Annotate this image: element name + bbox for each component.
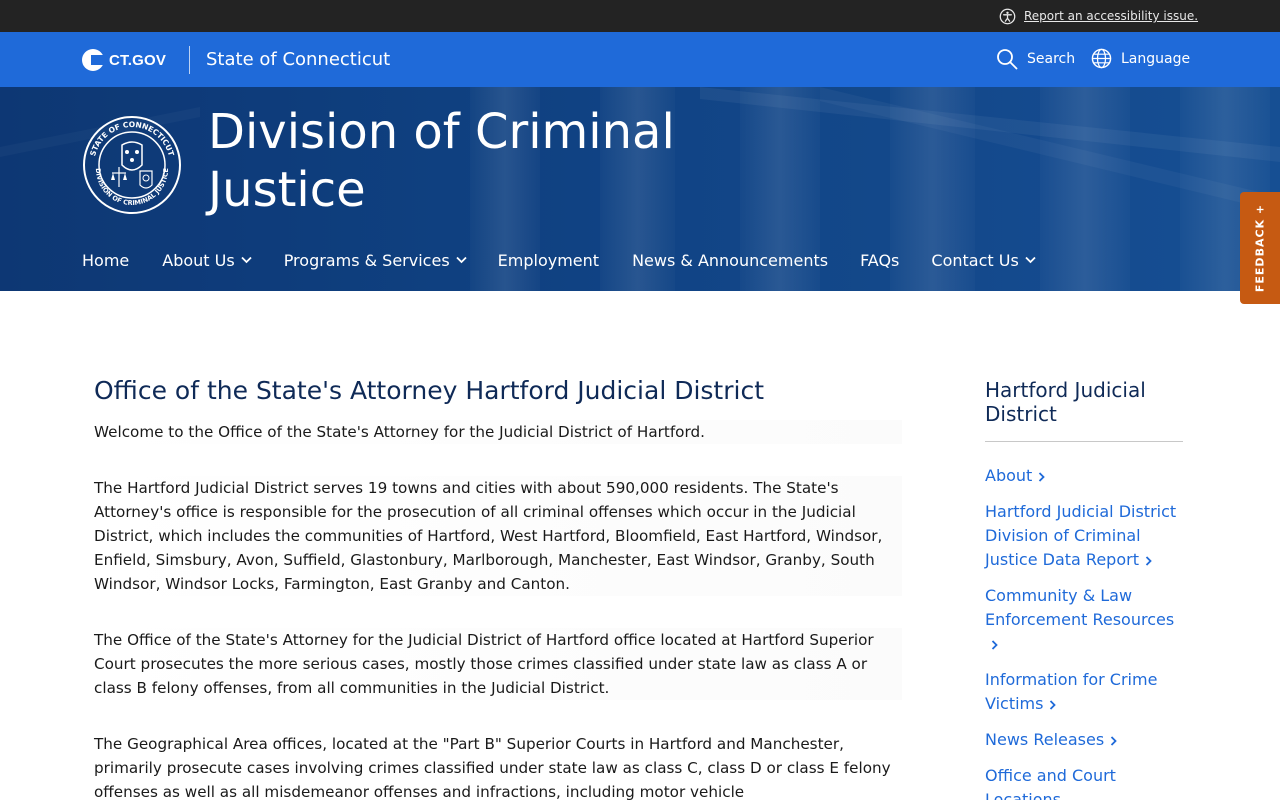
sidebar-link-about[interactable]: About — [985, 464, 1183, 488]
nav-item-about-us-label: About Us — [162, 250, 235, 270]
chevron-down-icon — [1025, 256, 1036, 264]
accessibility-icon — [999, 8, 1016, 24]
sidebar-link-label: Information for Crime Victims — [985, 670, 1158, 713]
ctgov-divider — [189, 46, 190, 74]
nav-item-employment-label: Employment — [497, 250, 600, 270]
ctgov-logo[interactable]: CT.GOV — [82, 49, 166, 71]
nav-item-employment[interactable]: Employment — [498, 251, 599, 270]
sidebar-link-label: News Releases — [985, 730, 1105, 749]
accessibility-link-text: Report an accessibility issue. — [1024, 9, 1199, 23]
sidebar-link-office-locations[interactable]: Office and Court Locations — [985, 764, 1183, 800]
feedback-tab[interactable]: FEEDBACK + — [1240, 192, 1280, 304]
feedback-label: FEEDBACK + — [1253, 203, 1267, 293]
nav-item-programs-services[interactable]: Programs & Services — [284, 251, 467, 270]
ctgov-bar: CT.GOV State of Connecticut Search Langu… — [0, 32, 1280, 87]
sidebar-title: Hartford Judicial District — [985, 378, 1183, 442]
page-title: Office of the State's Attorney Hartford … — [94, 376, 765, 405]
nav-item-news-announcements-label: News & Announcements — [632, 250, 829, 270]
chevron-right-icon — [1050, 699, 1057, 710]
agency-title[interactable]: Division of Criminal Justice — [208, 103, 728, 219]
chevron-right-icon — [1039, 471, 1046, 482]
language-label: Language — [1121, 50, 1191, 67]
sidebar-link-community-resources[interactable]: Community & Law Enforcement Resources — [985, 584, 1183, 656]
nav-item-programs-services-label: Programs & Services — [283, 250, 450, 270]
chevron-down-icon — [456, 256, 467, 264]
language-button[interactable]: Language — [1091, 48, 1190, 69]
utility-bar: Report an accessibility issue. — [0, 0, 1280, 32]
chevron-right-icon — [1145, 555, 1152, 566]
nav-item-contact-us[interactable]: Contact Us — [931, 250, 1036, 270]
sidebar-link-news-releases[interactable]: News Releases — [985, 728, 1183, 752]
ctgov-logo-text: CT.GOV — [109, 51, 167, 69]
chevron-right-icon — [991, 639, 998, 650]
sidebar-navigation: Hartford Judicial District About Hartfor… — [985, 378, 1183, 800]
svg-text:DIVISION OF CRIMINAL JUSTICE: DIVISION OF CRIMINAL JUSTICE — [94, 168, 170, 207]
nav-item-contact-us-label: Contact Us — [931, 250, 1019, 270]
main-navigation: Home About Us Programs & Services Employ… — [82, 249, 1036, 271]
search-icon — [997, 49, 1018, 70]
nav-item-home[interactable]: Home — [82, 251, 129, 270]
content-paragraph-district-overview: The Hartford Judicial District serves 19… — [94, 476, 902, 596]
content-paragraph-welcome: Welcome to the Office of the State's Att… — [94, 420, 902, 444]
nav-item-faqs-label: FAQs — [860, 250, 900, 270]
sidebar-link-data-report[interactable]: Hartford Judicial District Division of C… — [985, 500, 1183, 572]
nav-item-about-us[interactable]: About Us — [162, 250, 252, 270]
ctgov-logo-icon — [82, 49, 104, 71]
accessibility-report-link[interactable]: Report an accessibility issue. — [999, 6, 1198, 26]
nav-item-news-announcements[interactable]: News & Announcements — [632, 251, 828, 270]
main-content: Office of the State's Attorney Hartford … — [94, 374, 902, 800]
globe-icon — [1091, 48, 1112, 69]
content-paragraph-geographical-area: The Geographical Area offices, located a… — [94, 735, 891, 800]
search-label: Search — [1027, 51, 1076, 67]
content-paragraph-superior-court: The Office of the State's Attorney for t… — [94, 628, 902, 700]
sidebar-link-label: About — [985, 466, 1033, 485]
chevron-down-icon — [241, 256, 252, 264]
agency-hero: STATE OF CONNECTICUT DIVISION OF CRIMINA… — [0, 87, 1280, 291]
nav-item-home-label: Home — [82, 250, 130, 270]
state-name-link[interactable]: State of Connecticut — [206, 49, 390, 70]
agency-title-line1: Division of Criminal — [208, 104, 675, 160]
sidebar-link-label: Office and Court Locations — [985, 766, 1116, 800]
sidebar-link-crime-victims[interactable]: Information for Crime Victims — [985, 668, 1183, 716]
sidebar-link-label: Community & Law Enforcement Resources — [985, 586, 1175, 629]
agency-title-line2: Justice — [208, 162, 366, 218]
search-button[interactable]: Search — [996, 48, 1075, 70]
nav-item-faqs[interactable]: FAQs — [860, 251, 899, 270]
chevron-right-icon — [1111, 735, 1117, 746]
agency-seal: STATE OF CONNECTICUT DIVISION OF CRIMINA… — [83, 116, 181, 214]
